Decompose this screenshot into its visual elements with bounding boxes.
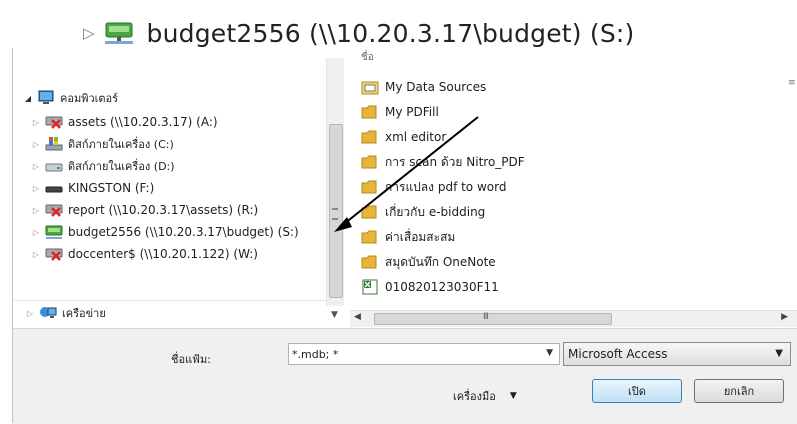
tools-menu[interactable]: เครื่องมือ ▼ [453, 387, 517, 405]
disconnected-network-drive-icon [45, 248, 63, 261]
navigation-pane: ◢ คอมพิวเตอร์ ▷ assets (\\10.20.3.17) (A… [13, 58, 343, 298]
expand-arrow-icon[interactable]: ▷ [31, 118, 41, 127]
nav-item-label: ดิสก์ภายในเครื่อง (C:) [68, 138, 174, 151]
filename-value: *.mdb; * [292, 347, 339, 361]
expand-arrow-icon[interactable]: ▷ [31, 184, 41, 193]
file-item-label: การแปลง pdf to word [385, 179, 507, 194]
folder-icon [361, 255, 377, 269]
file-type-value: Microsoft Access [568, 347, 668, 361]
nav-item-network[interactable]: ▷ เครือข่าย [13, 300, 326, 325]
expand-arrow-icon[interactable]: ▷ [31, 206, 41, 215]
nav-item-drive-w[interactable]: ▷ doccenter$ (\\10.20.1.122) (W:) [31, 244, 258, 264]
file-item-label: xml editor [385, 130, 447, 144]
file-item-label: การ scan ด้วย Nitro_PDF [385, 154, 525, 169]
nav-item-drive-c[interactable]: ▷ ดิสก์ภายในเครื่อง (C:) [31, 134, 174, 154]
collapse-arrow-icon[interactable]: ◢ [23, 94, 33, 103]
file-list: ชื่อ My Data Sources My PDFill xml edito… [361, 48, 797, 310]
nav-item-drive-r[interactable]: ▷ report (\\10.20.3.17\assets) (R:) [31, 200, 258, 220]
banner-label: budget2556 (\\10.20.3.17\budget) (S:) [146, 18, 635, 48]
chevron-down-icon[interactable]: ▼ [546, 348, 553, 358]
network-icon [40, 307, 57, 318]
folder-icon [361, 205, 377, 219]
disconnected-network-drive-icon [45, 116, 63, 129]
folder-icon [361, 105, 377, 119]
nav-item-drive-d[interactable]: ▷ ดิสก์ภายในเครื่อง (D:) [31, 156, 175, 176]
dialog-footer: ชื่อแฟ้ม: *.mdb; * ▼ Microsoft Access ▼ … [13, 328, 797, 424]
tools-label: เครื่องมือ [453, 390, 496, 403]
windows-drive-icon [45, 137, 63, 151]
folder-icon [361, 155, 377, 169]
expand-arrow-icon[interactable]: ▷ [31, 140, 41, 149]
open-button[interactable]: เปิด [592, 379, 682, 403]
list-item[interactable]: สมุดบันทึก OneNote [361, 251, 496, 273]
nav-item-drive-a[interactable]: ▷ assets (\\10.20.3.17) (A:) [31, 112, 218, 132]
disconnected-network-drive-icon [45, 204, 63, 217]
list-item[interactable]: My Data Sources [361, 76, 486, 98]
nav-item-label: doccenter$ (\\10.20.1.122) (W:) [68, 247, 258, 261]
expand-arrow-icon[interactable]: ▷ [31, 228, 41, 237]
filename-input[interactable]: *.mdb; * ▼ [288, 343, 560, 365]
file-type-select[interactable]: Microsoft Access ▼ [563, 342, 791, 366]
computer-icon [38, 90, 54, 104]
nav-item-label: assets (\\10.20.3.17) (A:) [68, 115, 218, 129]
list-item[interactable]: My PDFill [361, 101, 439, 123]
nav-item-label: KINGSTON (F:) [68, 181, 155, 195]
column-resize-marker-icon: ≡ [788, 78, 796, 88]
network-drive-icon [104, 22, 133, 44]
list-item[interactable]: เกี่ยวกับ e-bidding [361, 201, 485, 223]
network-drive-icon [45, 225, 63, 239]
expand-arrow-icon[interactable]: ▷ [25, 309, 35, 318]
scroll-down-arrow-icon[interactable]: ▼ [331, 310, 338, 320]
nav-item-label: budget2556 (\\10.20.3.17\budget) (S:) [68, 225, 299, 239]
file-item-label: ค่าเสื่อมสะสม [385, 229, 456, 244]
nav-item-computer[interactable]: ◢ คอมพิวเตอร์ [23, 88, 118, 108]
list-item[interactable]: การแปลง pdf to word [361, 176, 506, 198]
chevron-down-icon: ▼ [509, 391, 517, 401]
nav-item-drive-s[interactable]: ▷ budget2556 (\\10.20.3.17\budget) (S:) [31, 222, 299, 242]
list-item[interactable]: xml editor [361, 126, 446, 148]
expand-arrow-icon[interactable]: ▷ [31, 162, 41, 171]
chevron-down-icon[interactable]: ▼ [775, 348, 783, 359]
nav-vertical-scrollbar[interactable] [326, 58, 344, 306]
hard-drive-icon [45, 163, 63, 172]
usb-drive-icon [45, 186, 63, 193]
open-file-dialog: ◢ คอมพิวเตอร์ ▷ assets (\\10.20.3.17) (A… [12, 48, 797, 424]
folder-icon [361, 180, 377, 194]
folder-icon [361, 130, 377, 144]
scrollbar-grip-icon: III [483, 312, 489, 322]
nav-computer-label: คอมพิวเตอร์ [60, 92, 119, 105]
data-source-folder-icon [361, 81, 379, 95]
scrollbar-grip-icon [332, 208, 338, 220]
expand-arrow-icon[interactable]: ▷ [31, 250, 41, 259]
cancel-button[interactable]: ยกเลิก [694, 379, 784, 403]
file-list-horizontal-scrollbar[interactable]: ◀ III ▶ [350, 310, 797, 327]
list-item[interactable]: การ scan ด้วย Nitro_PDF [361, 151, 525, 173]
open-button-label: เปิด [628, 385, 646, 398]
nav-item-label: report (\\10.20.3.17\assets) (R:) [68, 203, 259, 217]
nav-item-drive-f[interactable]: ▷ KINGSTON (F:) [31, 178, 154, 198]
folder-icon [361, 230, 377, 244]
scroll-left-arrow-icon[interactable]: ◀ [354, 312, 361, 322]
list-item[interactable]: ค่าเสื่อมสะสม [361, 226, 455, 248]
scrollbar-thumb[interactable]: III [374, 312, 612, 325]
file-item-label: สมุดบันทึก OneNote [385, 254, 496, 269]
scroll-right-arrow-icon[interactable]: ▶ [781, 312, 788, 322]
nav-item-label: ดิสก์ภายในเครื่อง (D:) [68, 160, 175, 173]
excel-file-icon [362, 279, 378, 295]
list-item[interactable]: 010820123030F11 [361, 276, 499, 298]
nav-network-label: เครือข่าย [62, 307, 106, 320]
cancel-button-label: ยกเลิก [723, 385, 755, 398]
file-item-label: My PDFill [385, 105, 439, 119]
expand-arrow-icon: ▷ [83, 24, 95, 42]
filename-label: ชื่อแฟ้ม: [171, 353, 211, 366]
file-item-label: My Data Sources [385, 80, 487, 94]
file-item-label: 010820123030F11 [385, 280, 499, 294]
name-column-header[interactable]: ชื่อ [361, 50, 374, 65]
file-item-label: เกี่ยวกับ e-bidding [385, 204, 486, 219]
